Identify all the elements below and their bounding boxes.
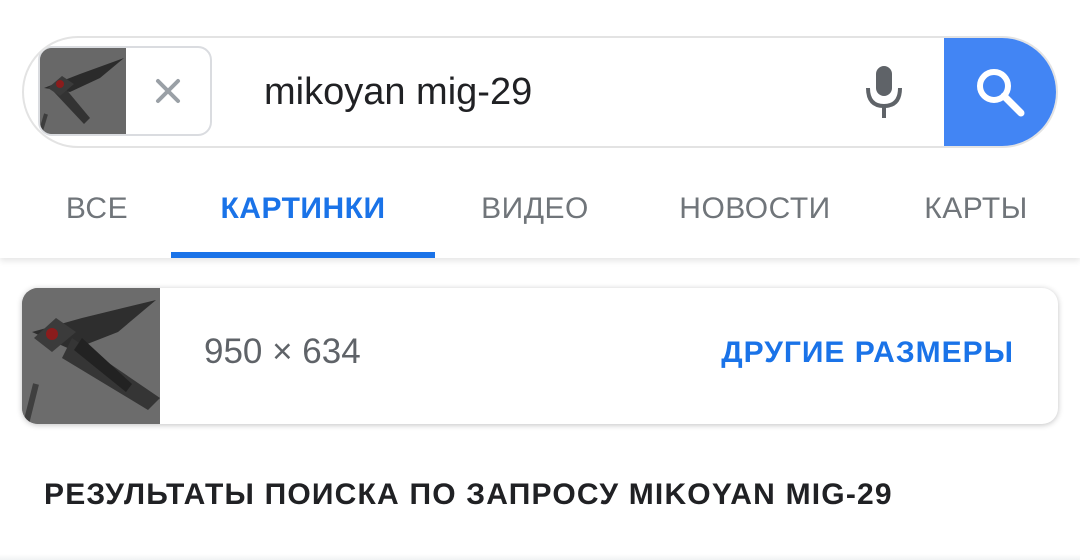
tab-images[interactable]: КАРТИНКИ xyxy=(171,160,435,258)
voice-search-button[interactable] xyxy=(852,60,916,124)
tab-video[interactable]: ВИДЕО xyxy=(448,160,622,258)
aircraft-image-thumbnail[interactable] xyxy=(22,288,160,424)
divider xyxy=(0,554,1080,560)
mic-icon xyxy=(866,66,902,118)
other-sizes-link[interactable]: ДРУГИЕ РАЗМЕРЫ xyxy=(721,336,1014,370)
image-query-chip[interactable] xyxy=(38,46,212,136)
tab-all[interactable]: ВСЕ xyxy=(28,160,166,258)
search-header: ВСЕ КАРТИНКИ ВИДЕО НОВОСТИ КАРТЫ xyxy=(0,0,1080,258)
tab-news[interactable]: НОВОСТИ xyxy=(660,160,850,258)
image-dimensions: 950 × 634 xyxy=(204,332,361,371)
active-tab-indicator xyxy=(171,252,435,258)
search-bar xyxy=(22,36,1058,148)
tab-maps[interactable]: КАРТЫ xyxy=(900,160,1052,258)
close-icon xyxy=(156,79,180,103)
search-input[interactable] xyxy=(264,60,824,124)
search-tabs: ВСЕ КАРТИНКИ ВИДЕО НОВОСТИ КАРТЫ xyxy=(0,160,1080,258)
aircraft-thumbnail-icon xyxy=(40,48,126,134)
remove-image-button[interactable] xyxy=(126,48,210,134)
image-info-card: 950 × 634 ДРУГИЕ РАЗМЕРЫ xyxy=(22,288,1058,424)
search-icon xyxy=(977,69,1025,117)
results-heading: РЕЗУЛЬТАТЫ ПОИСКА ПО ЗАПРОСУ MIKOYAN MIG… xyxy=(44,478,893,511)
search-button[interactable] xyxy=(944,38,1056,146)
